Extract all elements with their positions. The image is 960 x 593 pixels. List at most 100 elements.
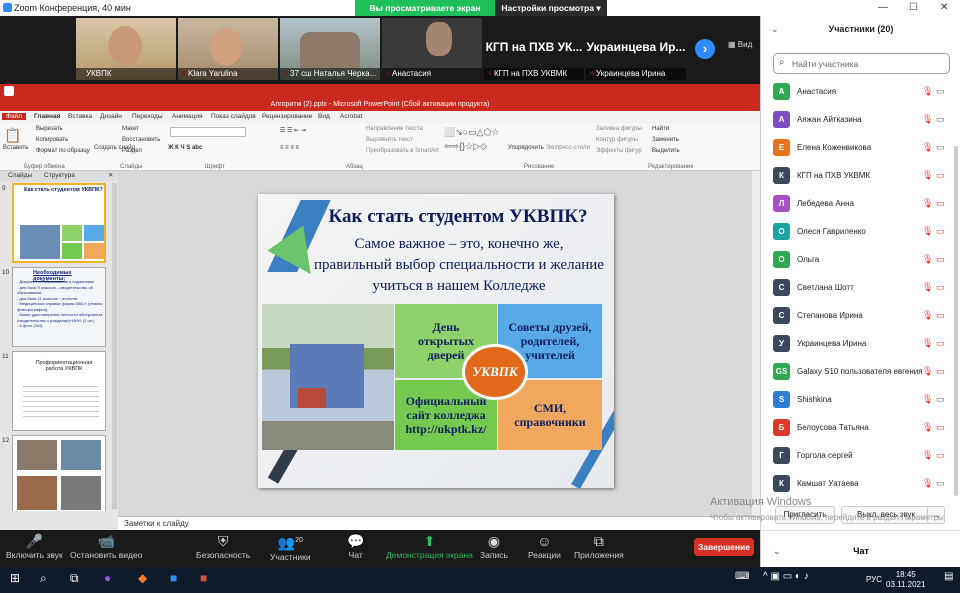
font-name-field[interactable] [170, 127, 246, 137]
app-icon[interactable]: ◆ [138, 571, 147, 585]
format-painter-button[interactable]: Формат по образцу [36, 148, 90, 154]
video-tile[interactable]: ✕ Анастасия [382, 18, 482, 80]
participant-row[interactable]: Е Елена Коженвикова 🎙 ▭ [761, 134, 960, 162]
mic-muted-icon[interactable]: 🎙 [922, 478, 933, 489]
select-button[interactable]: Выделить [652, 148, 680, 154]
record-button[interactable]: ◉ Запись [480, 532, 508, 560]
video-off-icon[interactable]: ▭ [936, 226, 945, 237]
minimize-button[interactable]: — [878, 2, 888, 13]
ppt-tab-review[interactable]: Рецензирование [262, 113, 312, 120]
view-button[interactable]: ▦ Вид [728, 40, 752, 49]
video-camera-icon[interactable]: ▭ [936, 86, 945, 97]
mic-muted-icon[interactable]: 🎙 [922, 226, 933, 237]
participants-scrollbar[interactable] [954, 146, 958, 496]
mic-muted-icon[interactable]: 🎙 [922, 338, 933, 349]
next-page-button[interactable]: › [695, 39, 715, 59]
participant-row[interactable]: S Shishkina 🎙 ▭ [761, 386, 960, 414]
mic-muted-icon[interactable]: 🎙 [922, 114, 933, 125]
tab-slides[interactable]: Слайды [8, 172, 32, 179]
notes-pane[interactable]: Заметки к слайду [118, 516, 760, 530]
copy-button[interactable]: Копировать [36, 137, 68, 143]
search-icon[interactable]: ⌕ [40, 571, 47, 586]
slide-thumbnail-9[interactable]: Как стать студентом УКВПК? [12, 183, 106, 263]
keyboard-icon[interactable]: ⌨ [735, 571, 749, 582]
align-text-button[interactable]: Выровнять текст [366, 137, 413, 143]
view-options-button[interactable]: Настройки просмотра ▾ [495, 0, 607, 16]
slide-thumbnail-11[interactable]: Профориентационная работа УКВПК [12, 351, 106, 431]
mic-muted-icon[interactable]: 🎙 [922, 366, 933, 377]
participant-row[interactable]: А Анастасия 🎙 ▭ [761, 78, 960, 106]
mic-muted-icon[interactable]: 🎙 [922, 86, 933, 97]
shape-fill-button[interactable]: Заливка фигуры [596, 126, 642, 132]
mic-muted-icon[interactable]: 🎙 [922, 422, 933, 433]
participant-row[interactable]: А Аяжан Айтказина 🎙 ▭ [761, 106, 960, 134]
ppt-tab-slideshow[interactable]: Показ слайдов [211, 113, 256, 120]
mic-muted-icon[interactable]: 🎙 [922, 170, 933, 181]
participant-row[interactable]: Л Лебедева Анна 🎙 ▭ [761, 190, 960, 218]
slide-thumbnail-12[interactable] [12, 435, 106, 511]
participant-row[interactable]: О Ольга 🎙 ▭ [761, 246, 960, 274]
video-off-icon[interactable]: ▭ [936, 338, 945, 349]
participant-row[interactable]: Г Горгола сергей 🎙 ▭ [761, 442, 960, 470]
powerpoint-app-icon[interactable]: ■ [200, 571, 207, 585]
video-off-icon[interactable]: ▭ [936, 282, 945, 293]
ppt-tab-animation[interactable]: Анимация [172, 113, 203, 120]
restore-button[interactable]: Восстановить [122, 137, 160, 143]
thumbs-scrollbar[interactable] [112, 183, 117, 509]
shape-outline-button[interactable]: Контур фигуры [596, 137, 638, 143]
participants-button[interactable]: 👥20 Участники [270, 532, 311, 562]
participant-row[interactable]: К КГП на ПХВ УКВМК 🎙 ▭ [761, 162, 960, 190]
shape-effects-button[interactable]: Эффекты фигур [596, 148, 642, 154]
arrange-button[interactable]: Упорядочить [508, 145, 544, 151]
align-buttons[interactable]: ≡ ≡ ≡ ≡ [280, 145, 299, 151]
participant-row[interactable]: С Светлана Шотт 🎙 ▭ [761, 274, 960, 302]
reactions-button[interactable]: ☺ Реакции [528, 532, 561, 560]
participant-row[interactable]: GS Galaxy S10 пользователя евгения 🎙 ▭ [761, 358, 960, 386]
cut-button[interactable]: Вырезать [36, 126, 63, 132]
video-off-icon[interactable]: ▭ [936, 450, 945, 461]
app-icon[interactable]: ● [104, 571, 111, 585]
ppt-tab-home[interactable]: Главная [34, 113, 60, 120]
mic-muted-icon[interactable]: 🎙 [922, 142, 933, 153]
video-off-icon[interactable]: ▭ [936, 310, 945, 321]
security-button[interactable]: ⛨ Безопасность [196, 532, 250, 560]
unmute-button[interactable]: 🎤 Включить звук [6, 532, 63, 560]
language-indicator[interactable]: РУС [866, 575, 882, 584]
video-tile[interactable]: Украинцева Ир... ✕ Украинцева Ирина [586, 18, 686, 80]
video-camera-icon[interactable]: ▭ [936, 394, 945, 405]
participant-row[interactable]: Б Белоусова Татьяна 🎙 ▭ [761, 414, 960, 442]
mic-muted-icon[interactable]: 🎙 [922, 254, 933, 265]
section-button[interactable]: Раздел [122, 148, 142, 154]
close-panel-icon[interactable]: ✕ [108, 171, 113, 179]
paste-button[interactable]: Вставить [3, 145, 28, 151]
mic-muted-icon[interactable]: 🎙 [922, 282, 933, 293]
smartart-button[interactable]: Преобразовать в SmartArt [366, 148, 439, 154]
maximize-button[interactable]: ☐ [909, 2, 918, 13]
participant-row[interactable]: К Камшат Уатаева 🎙 ▭ [761, 470, 960, 498]
clock[interactable]: 18:45 03.11.2021 [886, 570, 925, 590]
mic-muted-icon[interactable]: 🎙 [922, 310, 933, 321]
shapes-gallery[interactable]: ⬜↘○▭△⬠☆ [444, 127, 500, 138]
video-tile[interactable]: ✕ 37 сш Наталья Черка... [280, 18, 380, 80]
video-camera-icon[interactable]: ▭ [936, 478, 945, 489]
ppt-tab-transitions[interactable]: Переходы [132, 113, 163, 120]
canvas-scrollbar[interactable] [752, 171, 760, 516]
zoom-app-icon[interactable]: ■ [170, 571, 177, 585]
tab-outline[interactable]: Структура [44, 172, 75, 179]
stop-video-button[interactable]: 📹 Остановить видео [70, 532, 142, 560]
participant-row[interactable]: О Олеся Гавриленко 🎙 ▭ [761, 218, 960, 246]
replace-button[interactable]: Заменить [652, 137, 679, 143]
video-off-icon[interactable]: ▭ [936, 198, 945, 209]
windows-start-icon[interactable]: ⊞ [10, 571, 20, 585]
participant-search-input[interactable]: ⌕ Найти участника [773, 53, 950, 74]
list-buttons[interactable]: ☰ ☰ ⇤ ⇥ [280, 127, 306, 134]
mic-muted-icon[interactable]: 🎙 [922, 394, 933, 405]
close-button[interactable]: ✕ [940, 2, 948, 13]
ppt-tab-file[interactable]: Файл [2, 113, 26, 120]
find-button[interactable]: Найти [652, 126, 669, 132]
video-off-icon[interactable]: ▭ [936, 170, 945, 181]
mic-muted-icon[interactable]: 🎙 [922, 450, 933, 461]
ppt-tab-acrobat[interactable]: Acrobat [340, 113, 362, 120]
video-tile[interactable]: КГП на ПХВ УК... ✕ КГП на ПХВ УКВМК [484, 18, 584, 80]
video-camera-icon[interactable]: ▭ [936, 114, 945, 125]
